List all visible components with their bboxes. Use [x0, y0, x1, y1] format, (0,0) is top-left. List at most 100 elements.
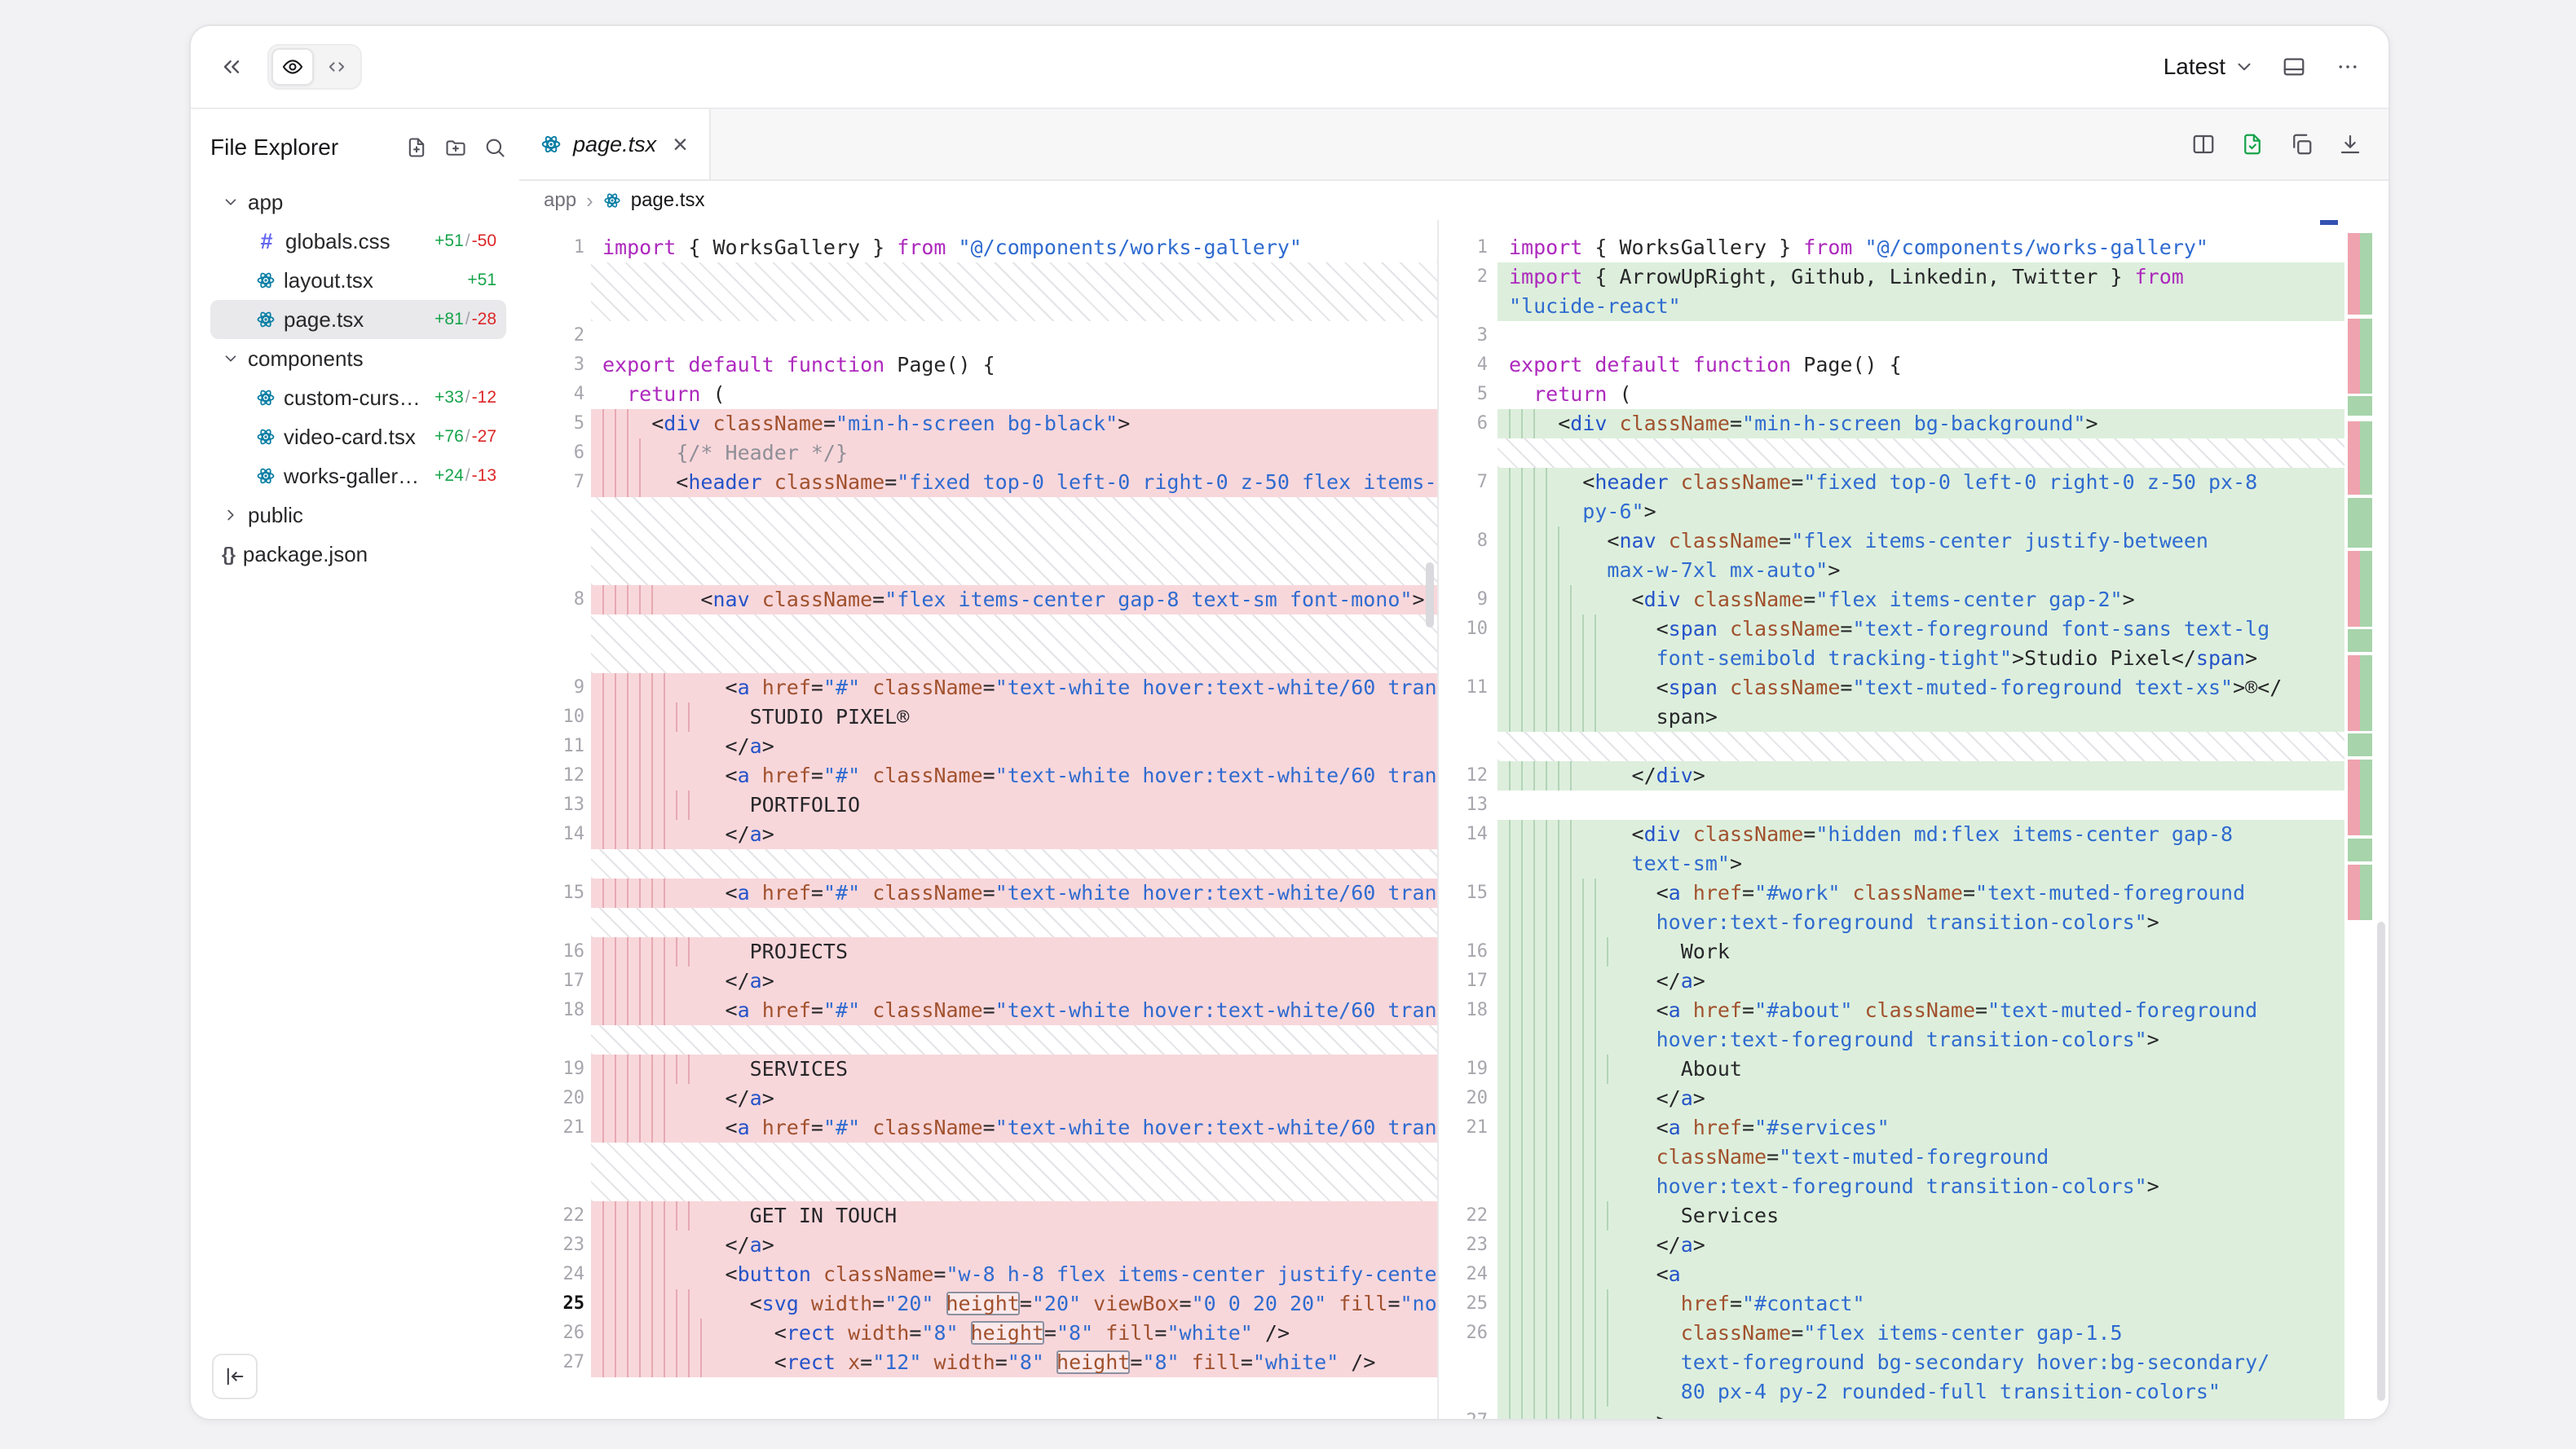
code-row[interactable]: 1import { WorksGallery } from "@/compone… [519, 233, 1437, 262]
version-label: Latest [2164, 54, 2225, 80]
code-row[interactable]: 11 </a> [519, 732, 1437, 761]
code-row[interactable]: 7 <header className="fixed top-0 left-0 … [519, 468, 1437, 497]
panel-bottom-icon[interactable] [2274, 47, 2314, 86]
code-row[interactable]: 3 [1439, 321, 2344, 350]
code-row[interactable]: 2 [519, 321, 1437, 350]
tree-file-video-card.tsx[interactable]: video-card.tsx+76/-27 [210, 417, 506, 456]
code-row[interactable]: 21 <a href="#services" className="text-m… [1439, 1113, 2344, 1201]
code-row[interactable]: 26 <rect width="8" height="8" fill="whit… [519, 1319, 1437, 1348]
code-row[interactable]: 16 PROJECTS [519, 937, 1437, 967]
code-row[interactable]: 13 PORTFOLIO [519, 791, 1437, 820]
code-row[interactable]: 17 </a> [1439, 967, 2344, 996]
line-number: 2 [519, 321, 591, 350]
collapsed-hatch [1498, 438, 2344, 468]
code-row[interactable]: 20 </a> [1439, 1084, 2344, 1113]
code-row[interactable]: 8 <nav className="flex items-center just… [1439, 526, 2344, 585]
code-row[interactable]: 18 <a href="#about" className="text-mute… [1439, 996, 2344, 1055]
code-row[interactable]: 6 <div className="min-h-screen bg-backgr… [1439, 409, 2344, 438]
code-row[interactable]: 7 <header className="fixed top-0 left-0 … [1439, 468, 2344, 526]
scrollbar-thumb[interactable] [1426, 562, 1434, 628]
code-row[interactable]: 13 [1439, 791, 2344, 820]
diff-modified-pane: 1import { WorksGallery } from "@/compone… [1439, 220, 2344, 1419]
gutter [519, 614, 591, 673]
preview-eye-toggle[interactable] [271, 48, 314, 86]
new-file-icon[interactable] [405, 136, 428, 159]
code-row[interactable]: 10 STUDIO PIXEL® [519, 702, 1437, 732]
tree-file-package.json[interactable]: {}package.json [210, 535, 506, 574]
code-row[interactable]: 10 <span className="text-foreground font… [1439, 614, 2344, 673]
tree-folder-components[interactable]: components [210, 339, 506, 378]
version-dropdown[interactable]: Latest [2159, 54, 2260, 80]
tree-file-custom-curs-[interactable]: custom-curs…+33/-12 [210, 378, 506, 417]
code-row[interactable]: 1import { WorksGallery } from "@/compone… [1439, 233, 2344, 262]
code-row[interactable]: 5 return ( [1439, 380, 2344, 409]
code-content: <a href="#" className="text-white hover:… [591, 673, 1437, 702]
code-row[interactable]: 5 <div className="min-h-screen bg-black"… [519, 409, 1437, 438]
code-row[interactable]: 27 > [1439, 1407, 2344, 1419]
code-row[interactable]: 16 Work [1439, 937, 2344, 967]
code-row[interactable]: 23 </a> [519, 1231, 1437, 1260]
tree-file-page.tsx[interactable]: page.tsx+81/-28 [210, 300, 506, 339]
code-row[interactable]: 22 Services [1439, 1201, 2344, 1231]
copy-icon[interactable] [2289, 132, 2314, 156]
code-row[interactable]: 19 SERVICES [519, 1055, 1437, 1084]
collapse-panel-icon[interactable] [212, 47, 251, 86]
download-icon[interactable] [2338, 132, 2362, 156]
code-view-toggle[interactable] [315, 48, 358, 86]
code-row[interactable]: 6 {/* Header */} [519, 438, 1437, 468]
tree-file-globals.css[interactable]: #globals.css+51/-50 [210, 222, 506, 261]
tree-folder-public[interactable]: public [210, 495, 506, 535]
code-row[interactable]: 23 </a> [1439, 1231, 2344, 1260]
window-body: File Explorer app#globals.css+51/-50layo… [191, 109, 2389, 1419]
code-row[interactable]: 4 return ( [519, 380, 1437, 409]
code-row[interactable]: 9 <div className="flex items-center gap-… [1439, 585, 2344, 614]
search-icon[interactable] [483, 136, 506, 159]
code-content: import { ArrowUpRight, Github, Linkedin,… [1498, 262, 2344, 321]
minimap[interactable] [2344, 220, 2389, 1419]
code-row[interactable]: 4export default function Page() { [1439, 350, 2344, 380]
code-row[interactable]: 25 href="#contact" [1439, 1289, 2344, 1319]
code-row[interactable]: 12 <a href="#" className="text-white hov… [519, 761, 1437, 791]
code-row[interactable]: 20 </a> [519, 1084, 1437, 1113]
code-row[interactable]: 14 <div className="hidden md:flex items-… [1439, 820, 2344, 879]
split-view-icon[interactable] [2191, 132, 2216, 156]
code-row[interactable]: 19 About [1439, 1055, 2344, 1084]
applied-file-icon[interactable] [2240, 132, 2265, 156]
breadcrumb-app[interactable]: app [544, 189, 576, 212]
minimap-mark [2348, 551, 2372, 627]
tree-file-layout.tsx[interactable]: layout.tsx+51 [210, 261, 506, 300]
code-row[interactable]: 17 </a> [519, 967, 1437, 996]
code-row[interactable]: 11 <span className="text-muted-foregroun… [1439, 673, 2344, 732]
code-row[interactable]: 26 className="flex items-center gap-1.5 … [1439, 1319, 2344, 1407]
breadcrumb-file[interactable]: page.tsx [631, 189, 705, 212]
code-line: <nav className="flex items-center justif… [1509, 526, 2344, 556]
tree-file-works-galler-[interactable]: works-galler…+24/-13 [210, 456, 506, 495]
collapse-sidebar-button[interactable] [212, 1354, 258, 1399]
line-number: 24 [519, 1260, 591, 1289]
code-content: <a href="#" className="text-white hover:… [591, 996, 1437, 1025]
code-row[interactable]: 22 GET IN TOUCH [519, 1201, 1437, 1231]
code-row[interactable]: 25 <svg width="20" height="20" viewBox="… [519, 1289, 1437, 1319]
code-content: export default function Page() { [591, 350, 1437, 380]
react-icon [256, 310, 276, 329]
code-row[interactable]: 18 <a href="#" className="text-white hov… [519, 996, 1437, 1025]
code-row[interactable]: 12 </div> [1439, 761, 2344, 791]
code-row[interactable]: 24 <a [1439, 1260, 2344, 1289]
tree-folder-app[interactable]: app [210, 183, 506, 222]
code-row[interactable]: 21 <a href="#" className="text-white hov… [519, 1113, 1437, 1143]
new-folder-icon[interactable] [444, 136, 467, 159]
code-row[interactable]: 8 <nav className="flex items-center gap-… [519, 585, 1437, 614]
code-row[interactable]: 15 <a href="#" className="text-white hov… [519, 879, 1437, 908]
code-row[interactable]: 9 <a href="#" className="text-white hove… [519, 673, 1437, 702]
code-row[interactable]: 2import { ArrowUpRight, Github, Linkedin… [1439, 262, 2344, 321]
code-row[interactable]: 27 <rect x="12" width="8" height="8" fil… [519, 1348, 1437, 1377]
more-options-icon[interactable] [2328, 47, 2367, 86]
tab-page-tsx[interactable]: page.tsx × [519, 109, 711, 179]
code-row[interactable]: 15 <a href="#work" className="text-muted… [1439, 879, 2344, 937]
code-row[interactable]: 24 <button className="w-8 h-8 flex items… [519, 1260, 1437, 1289]
close-icon[interactable]: × [673, 131, 688, 157]
code-row[interactable]: 3export default function Page() { [519, 350, 1437, 380]
code-row[interactable]: 14 </a> [519, 820, 1437, 849]
overview-scrollbar-thumb[interactable] [2377, 922, 2385, 1401]
code-line: <div className="flex items-center gap-2"… [1509, 585, 2344, 614]
